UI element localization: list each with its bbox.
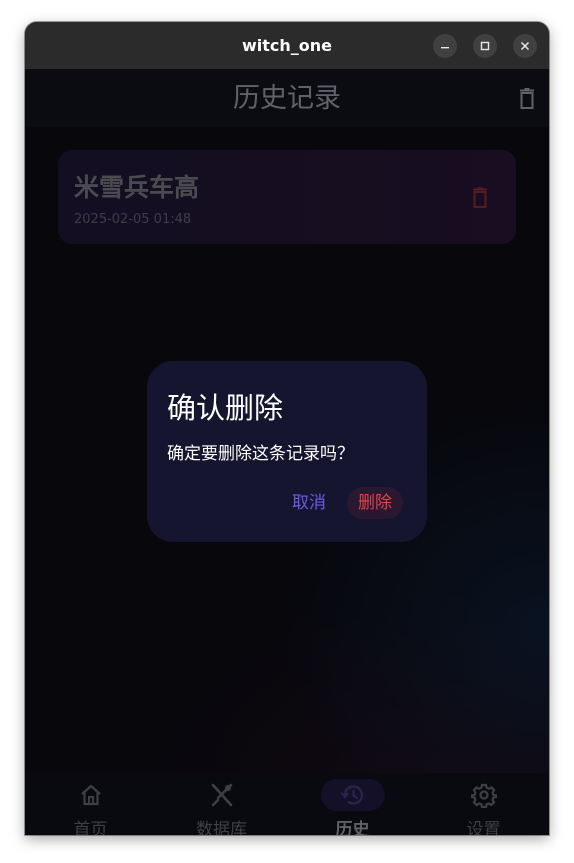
minimize-icon [441, 47, 449, 49]
close-icon [520, 41, 530, 51]
window-title: witch_one [241, 36, 333, 55]
maximize-icon [480, 41, 490, 51]
confirm-delete-button[interactable]: 删除 [347, 487, 403, 519]
app-window: witch_one 历史记录 米雪兵车高 2025-02-05 01:48 首页… [25, 22, 549, 835]
close-button[interactable] [513, 34, 537, 58]
cancel-button[interactable]: 取消 [281, 487, 337, 519]
confirm-delete-dialog: 确认删除 确定要删除这条记录吗？ 取消 删除 [147, 361, 427, 542]
maximize-button[interactable] [473, 34, 497, 58]
app-body: 历史记录 米雪兵车高 2025-02-05 01:48 首页 数据库 历史 设置… [25, 69, 549, 835]
window-titlebar[interactable]: witch_one [25, 22, 549, 69]
minimize-button[interactable] [433, 34, 457, 58]
dialog-message: 确定要删除这条记录吗？ [167, 444, 354, 464]
dialog-title: 确认删除 [167, 391, 284, 425]
